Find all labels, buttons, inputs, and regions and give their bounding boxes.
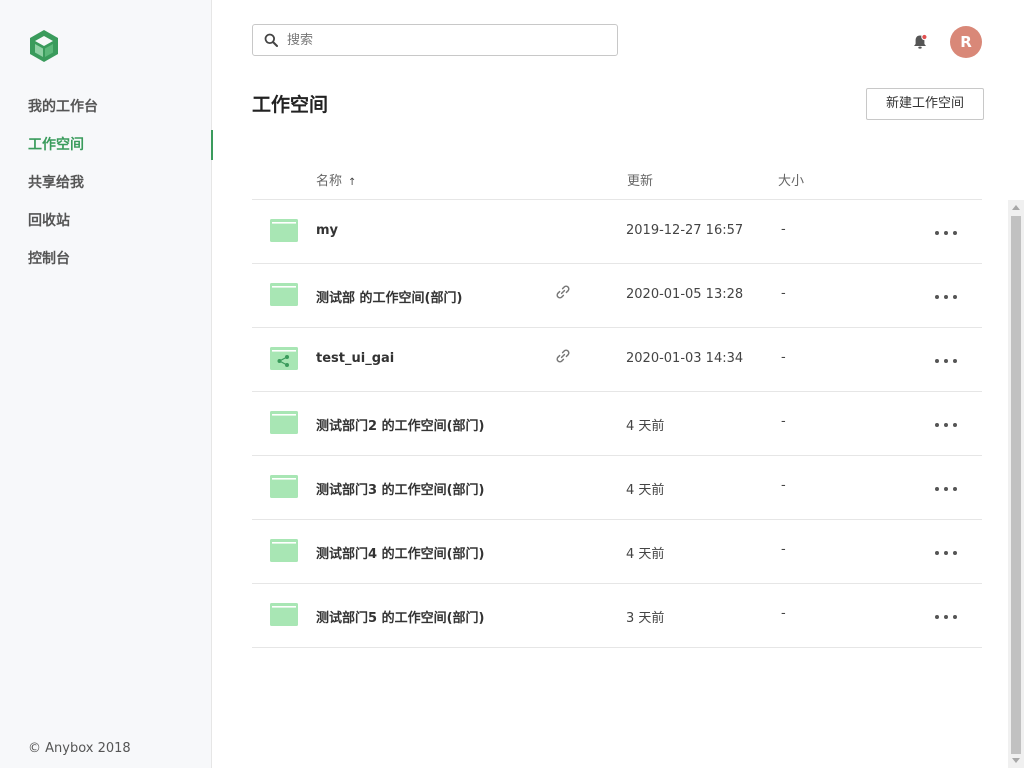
- more-actions-icon[interactable]: [935, 608, 957, 624]
- updated-time: 2020-01-05 13:28: [626, 287, 744, 302]
- table-row[interactable]: 测试部门2 的工作空间(部门) 4 天前 -: [252, 392, 982, 456]
- copyright-text: © Anybox 2018: [28, 741, 131, 756]
- workspace-size: -: [781, 542, 786, 557]
- more-actions-icon[interactable]: [935, 480, 957, 496]
- search-box[interactable]: [252, 24, 618, 56]
- scroll-up-arrow-icon[interactable]: [1012, 205, 1020, 210]
- link-icon[interactable]: [555, 284, 571, 300]
- column-header-updated[interactable]: 更新: [627, 170, 653, 189]
- workspace-name[interactable]: 测试部门5 的工作空间(部门): [316, 607, 484, 626]
- shared-folder-icon: [270, 347, 298, 370]
- scrollbar[interactable]: [1008, 200, 1024, 768]
- workspace-name[interactable]: 测试部 的工作空间(部门): [316, 287, 462, 306]
- sort-ascending-icon: ↑: [348, 177, 357, 188]
- workspace-size: -: [781, 222, 786, 237]
- sidebar-item-my-workbench[interactable]: 我的工作台: [0, 88, 212, 126]
- sidebar-item-recycle-bin[interactable]: 回收站: [0, 202, 212, 240]
- page-title: 工作空间: [252, 94, 329, 116]
- folder-icon: [270, 475, 298, 498]
- more-actions-icon[interactable]: [935, 544, 957, 560]
- table-row[interactable]: 测试部 的工作空间(部门) 2020-01-05 13:28 -: [252, 264, 982, 328]
- column-header-name[interactable]: 名称 ↑: [316, 170, 356, 189]
- cube-logo-icon[interactable]: [28, 28, 60, 64]
- workspace-size: -: [781, 350, 786, 365]
- workspace-size: -: [781, 478, 786, 493]
- sidebar-item-workspaces[interactable]: 工作空间: [0, 126, 213, 164]
- more-actions-icon[interactable]: [935, 224, 957, 240]
- folder-icon: [270, 539, 298, 562]
- search-input[interactable]: [287, 25, 607, 55]
- updated-time: 4 天前: [626, 483, 665, 498]
- folder-icon: [270, 219, 298, 242]
- updated-time: 2020-01-03 14:34: [626, 351, 744, 366]
- sidebar-nav: 我的工作台 工作空间 共享给我 回收站 控制台: [0, 88, 213, 278]
- table-row[interactable]: 测试部门3 的工作空间(部门) 4 天前 -: [252, 456, 982, 520]
- scroll-down-arrow-icon[interactable]: [1012, 758, 1020, 763]
- workspace-name[interactable]: test_ui_gai: [316, 351, 394, 366]
- workspace-size: -: [781, 414, 786, 429]
- table-row[interactable]: 测试部门5 的工作空间(部门) 3 天前 -: [252, 584, 982, 648]
- more-actions-icon[interactable]: [935, 352, 957, 368]
- avatar[interactable]: R: [950, 26, 982, 58]
- folder-icon: [270, 603, 298, 626]
- sidebar-item-shared-with-me[interactable]: 共享给我: [0, 164, 212, 202]
- scrollbar-thumb[interactable]: [1011, 216, 1021, 754]
- bell-icon[interactable]: [910, 32, 930, 52]
- table-row[interactable]: 测试部门4 的工作空间(部门) 4 天前 -: [252, 520, 982, 584]
- sidebar: 我的工作台 工作空间 共享给我 回收站 控制台 © Anybox 2018: [0, 0, 213, 768]
- workspace-name[interactable]: 测试部门3 的工作空间(部门): [316, 479, 484, 498]
- table-row[interactable]: test_ui_gai 2020-01-03 14:34 -: [252, 328, 982, 392]
- workspace-name[interactable]: 测试部门2 的工作空间(部门): [316, 415, 484, 434]
- updated-time: 2019-12-27 16:57: [626, 223, 744, 238]
- sidebar-item-console[interactable]: 控制台: [0, 240, 212, 278]
- column-header-size[interactable]: 大小: [778, 170, 804, 189]
- folder-icon: [270, 411, 298, 434]
- folder-icon: [270, 283, 298, 306]
- more-actions-icon[interactable]: [935, 416, 957, 432]
- new-workspace-button[interactable]: 新建工作空间: [866, 88, 984, 120]
- updated-time: 4 天前: [626, 547, 665, 562]
- more-actions-icon[interactable]: [935, 288, 957, 304]
- updated-time: 4 天前: [626, 419, 665, 434]
- workspace-name[interactable]: my: [316, 223, 338, 238]
- search-icon: [264, 33, 278, 47]
- table-header: 名称 ↑ 更新 大小: [252, 160, 982, 200]
- table-row[interactable]: my 2019-12-27 16:57 -: [252, 200, 982, 264]
- workspace-size: -: [781, 286, 786, 301]
- updated-time: 3 天前: [626, 611, 665, 626]
- link-icon[interactable]: [555, 348, 571, 364]
- workspace-name[interactable]: 测试部门4 的工作空间(部门): [316, 543, 484, 562]
- workspace-size: -: [781, 606, 786, 621]
- workspace-table: my 2019-12-27 16:57 - 测试部 的工作空间(部门) 2020-01-…: [252, 200, 982, 648]
